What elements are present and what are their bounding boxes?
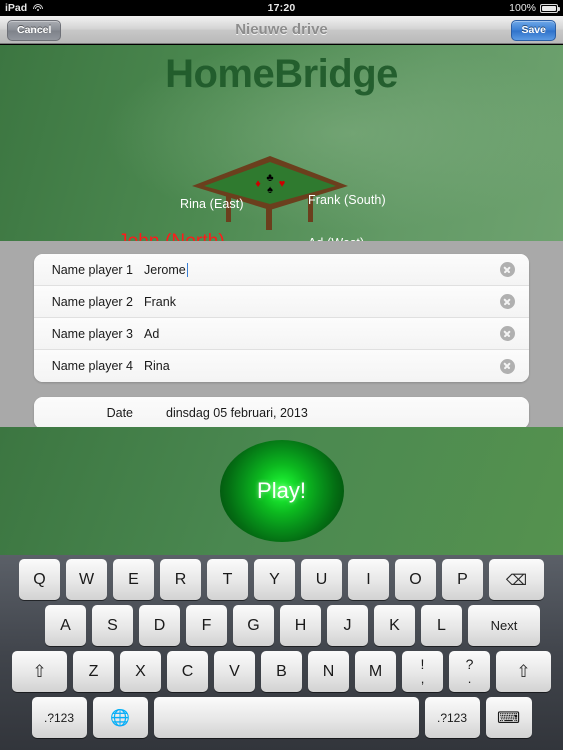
hero-panel: HomeBridge ♣ ♦ ♥ ♠ Rina (East) Frank (So… xyxy=(0,45,563,241)
keyboard-row-1: Q W E R T Y U I O P ⌫ xyxy=(0,559,563,600)
key-question-label: ? xyxy=(465,656,474,673)
backspace-icon[interactable]: ⌫ xyxy=(489,559,544,600)
key-period-label: . xyxy=(467,671,472,687)
save-button[interactable]: Save xyxy=(511,20,556,41)
key-o[interactable]: O xyxy=(395,559,436,600)
date-field-group[interactable]: Date dinsdag 05 februari, 2013 xyxy=(34,397,529,429)
key-r[interactable]: R xyxy=(160,559,201,600)
status-bar: iPad 17:20 100% xyxy=(0,0,563,16)
key-u[interactable]: U xyxy=(301,559,342,600)
key-p[interactable]: P xyxy=(442,559,483,600)
key-d[interactable]: D xyxy=(139,605,180,646)
player-2-input[interactable]: Frank xyxy=(144,295,500,309)
key-q[interactable]: Q xyxy=(19,559,60,600)
key-c[interactable]: C xyxy=(167,651,208,692)
key-h[interactable]: H xyxy=(280,605,321,646)
key-m[interactable]: M xyxy=(355,651,396,692)
key-a[interactable]: A xyxy=(45,605,86,646)
key-space[interactable] xyxy=(153,697,419,738)
player-4-input[interactable]: Rina xyxy=(144,359,500,373)
table-row[interactable]: Name player 1 Jerome xyxy=(34,254,529,286)
player-1-label: Name player 1 xyxy=(51,262,133,277)
key-question-period[interactable]: ? . xyxy=(449,651,490,692)
key-numeric-left[interactable]: .?123 xyxy=(31,697,87,738)
date-value[interactable]: dinsdag 05 februari, 2013 xyxy=(144,406,529,420)
app-logo: HomeBridge xyxy=(165,52,398,96)
key-w[interactable]: W xyxy=(66,559,107,600)
key-e[interactable]: E xyxy=(113,559,154,600)
svg-text:♥: ♥ xyxy=(279,178,286,190)
table-row[interactable]: Name player 4 Rina xyxy=(34,350,529,382)
table-row[interactable]: Name player 2 Frank xyxy=(34,286,529,318)
keyboard-row-3: ⇧ Z X C V B N M ! , ? . ⇧ xyxy=(0,651,563,692)
player-1-input[interactable]: Jerome xyxy=(144,263,500,277)
battery-percent-label: 100% xyxy=(509,2,536,14)
table-row[interactable]: Name player 3 Ad xyxy=(34,318,529,350)
clear-circle-icon[interactable] xyxy=(500,294,515,309)
player-fields-group: Name player 1 Jerome Name player 2 Frank… xyxy=(34,254,529,382)
player-4-label: Name player 4 xyxy=(51,359,133,373)
date-label: Date xyxy=(106,406,133,420)
navigation-bar: Cancel Nieuwe drive Save xyxy=(0,16,563,44)
svg-text:♦: ♦ xyxy=(255,178,261,190)
page-title: Nieuwe drive xyxy=(235,21,328,38)
svg-text:♣: ♣ xyxy=(266,172,273,184)
onscreen-keyboard: Q W E R T Y U I O P ⌫ A S D F G H J K L … xyxy=(0,555,563,750)
svg-text:♠: ♠ xyxy=(267,184,273,196)
shift-up-icon-right[interactable]: ⇧ xyxy=(496,651,551,692)
battery-icon xyxy=(540,3,560,13)
key-numeric-right[interactable]: .?123 xyxy=(424,697,480,738)
key-g[interactable]: G xyxy=(233,605,274,646)
status-bar-clock: 17:20 xyxy=(267,2,296,14)
player-3-input[interactable]: Ad xyxy=(144,327,500,341)
key-i[interactable]: I xyxy=(348,559,389,600)
keyboard-row-2: A S D F G H J K L Next xyxy=(0,605,563,646)
globe-icon[interactable]: 🌐 xyxy=(92,697,148,738)
key-t[interactable]: T xyxy=(207,559,248,600)
key-b[interactable]: B xyxy=(261,651,302,692)
seat-label-north: John (North) xyxy=(118,231,225,241)
key-comma-label: , xyxy=(420,671,425,687)
key-next[interactable]: Next xyxy=(468,605,540,646)
player-2-label: Name player 2 xyxy=(51,294,133,309)
play-button[interactable]: Play! xyxy=(219,440,344,542)
play-panel: Play! xyxy=(0,427,563,555)
key-j[interactable]: J xyxy=(327,605,368,646)
key-l[interactable]: L xyxy=(421,605,462,646)
bridge-table-icon: ♣ ♦ ♥ ♠ xyxy=(190,140,350,230)
form-panel: Name player 1 Jerome Name player 2 Frank… xyxy=(0,241,563,429)
key-k[interactable]: K xyxy=(374,605,415,646)
status-bar-right: 100% xyxy=(509,2,563,14)
key-n[interactable]: N xyxy=(308,651,349,692)
key-exclamation-label: ! xyxy=(420,656,425,673)
cancel-button[interactable]: Cancel xyxy=(7,20,62,41)
key-exclamation-comma[interactable]: ! , xyxy=(402,651,443,692)
keyboard-row-4: .?123 🌐 .?123 ⌨ xyxy=(0,697,563,738)
ipad-screen: iPad 17:20 100% Cancel Nieuwe drive Save… xyxy=(0,0,563,750)
clear-circle-icon[interactable] xyxy=(500,262,515,277)
key-s[interactable]: S xyxy=(92,605,133,646)
key-x[interactable]: X xyxy=(120,651,161,692)
seat-label-south: Frank (South) xyxy=(308,193,386,207)
play-button-label: Play! xyxy=(257,478,306,503)
seat-label-east: Rina (East) xyxy=(180,197,244,211)
shift-up-icon[interactable]: ⇧ xyxy=(12,651,67,692)
key-v[interactable]: V xyxy=(214,651,255,692)
key-z[interactable]: Z xyxy=(73,651,114,692)
hide-keyboard-icon[interactable]: ⌨ xyxy=(485,697,532,738)
table-row[interactable]: Date dinsdag 05 februari, 2013 xyxy=(34,397,529,429)
clear-circle-icon[interactable] xyxy=(500,358,515,374)
player-3-label: Name player 3 xyxy=(51,326,133,341)
clear-circle-icon[interactable] xyxy=(500,326,515,341)
key-y[interactable]: Y xyxy=(254,559,295,600)
key-f[interactable]: F xyxy=(186,605,227,646)
